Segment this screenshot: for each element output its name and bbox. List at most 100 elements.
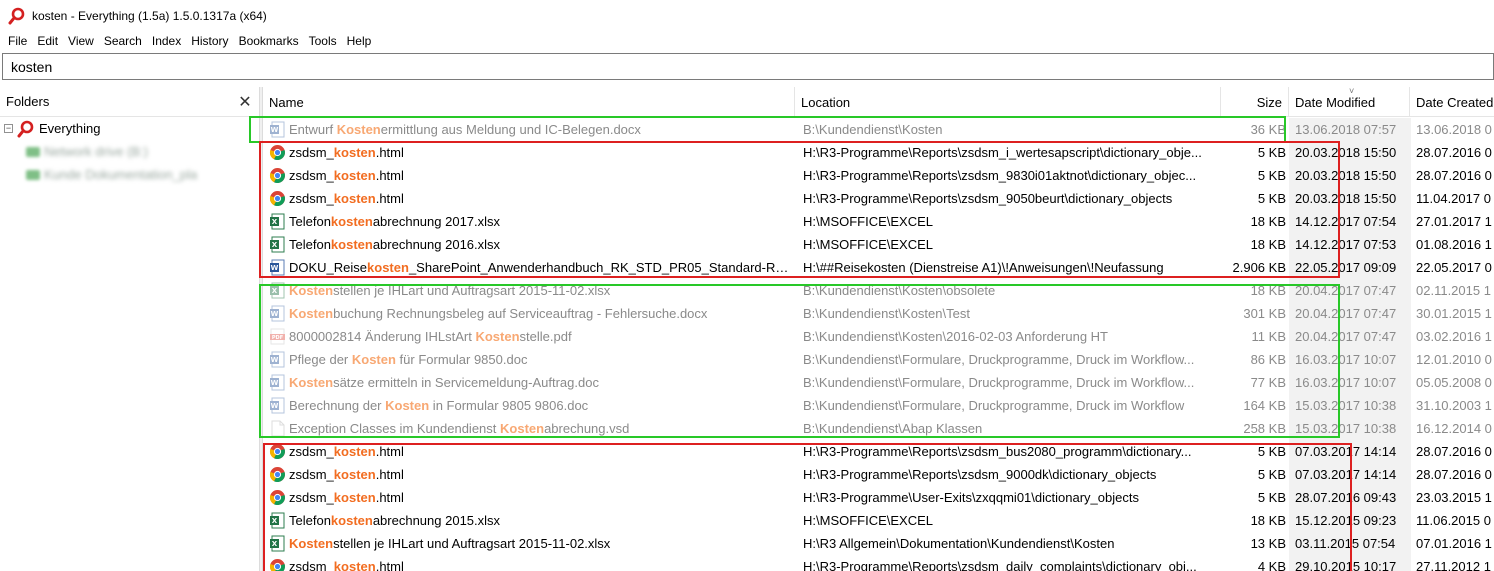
- file-name-prefix: Exception Classes im Kundendienst: [289, 421, 501, 436]
- file-date-modified: 20.04.2017 07:47: [1295, 329, 1397, 344]
- table-row[interactable]: zsdsm_kosten.html H:\R3-Programme\Reports…: [263, 164, 1494, 187]
- file-date-modified: 15.03.2017 10:38: [1295, 398, 1397, 413]
- file-date-created: 27.01.2017 1: [1416, 214, 1492, 229]
- chrome-icon: [269, 190, 286, 207]
- column-date-created[interactable]: Date Created: [1410, 87, 1494, 117]
- svg-text:X: X: [272, 540, 278, 548]
- file-date-created: 23.03.2015 1: [1416, 490, 1492, 505]
- file-date-created: 02.11.2015 1: [1416, 283, 1491, 298]
- menu-view[interactable]: View: [63, 31, 99, 51]
- word-icon: W: [269, 397, 286, 414]
- file-name: Pflege der Kosten für Formular 9850.doc: [289, 348, 794, 371]
- search-highlight: kosten: [330, 513, 373, 528]
- table-row[interactable]: X Telefonkostenabrechnung 2015.xlsx H:\MSO…: [263, 509, 1494, 532]
- search-highlight: Kosten: [385, 398, 430, 413]
- file-name: Kostenstellen je IHLart und Auftragsart …: [289, 532, 794, 555]
- file-location: B:\Kundendienst\Kosten\obsolete: [803, 283, 996, 298]
- file-date-modified: 16.03.2017 10:07: [1295, 375, 1397, 390]
- table-row[interactable]: zsdsm_kosten.html H:\R3-Programme\Reports…: [263, 440, 1494, 463]
- file-date-modified: 20.03.2018 15:50: [1295, 191, 1397, 206]
- file-date-created: 28.07.2016 0: [1416, 444, 1492, 459]
- file-size: 77 KB: [1250, 375, 1286, 390]
- tree-item-blurred[interactable]: Network drive (B:): [0, 140, 259, 163]
- table-row[interactable]: zsdsm_kosten.html H:\R3-Programme\Reports…: [263, 141, 1494, 164]
- menu-file[interactable]: File: [3, 31, 32, 51]
- search-highlight: kosten: [367, 260, 409, 275]
- svg-text:W: W: [271, 264, 279, 272]
- table-row[interactable]: zsdsm_kosten.html H:\R3-Programme\Reports…: [263, 187, 1494, 210]
- everything-app-icon: [17, 120, 34, 137]
- file-name: 8000002814 Änderung IHLstArt Kostenstell…: [289, 325, 794, 348]
- search-highlight: Kosten: [351, 352, 396, 367]
- table-row[interactable]: W Berechnung der Kosten in Formular 9805 …: [263, 394, 1494, 417]
- excel-icon: X: [269, 512, 286, 529]
- file-name-suffix: abrechnung 2016.xlsx: [372, 237, 501, 252]
- file-name-suffix: .html: [375, 145, 404, 160]
- word-icon: W: [269, 374, 286, 391]
- file-name: Telefonkostenabrechnung 2015.xlsx: [289, 509, 794, 532]
- file-location: H:\MSOFFICE\EXCEL: [803, 237, 934, 252]
- tree-item-label: Kunde Dokumentation_pla: [44, 167, 198, 182]
- tree-collapse-icon[interactable]: −: [4, 124, 13, 133]
- file-location: H:\R3-Programme\Reports\zsdsm_9050beurt\…: [803, 191, 1173, 206]
- menu-edit[interactable]: Edit: [32, 31, 63, 51]
- table-row[interactable]: zsdsm_kosten.html H:\R3-Programme\User-Ex…: [263, 486, 1494, 509]
- table-row[interactable]: PDF 8000002814 Änderung IHLstArt Kostenst…: [263, 325, 1494, 348]
- file-date-modified: 22.05.2017 09:09: [1295, 260, 1397, 275]
- table-row[interactable]: X Telefonkostenabrechnung 2016.xlsx H:\MSO…: [263, 233, 1494, 256]
- file-name: Telefonkostenabrechnung 2016.xlsx: [289, 233, 794, 256]
- file-size: 18 KB: [1250, 214, 1286, 229]
- column-size-label: Size: [1256, 94, 1282, 110]
- table-row[interactable]: zsdsm_kosten.html H:\R3-Programme\Reports…: [263, 555, 1494, 571]
- file-name: Berechnung der Kosten in Formular 9805 9…: [289, 394, 794, 417]
- file-location: H:\R3-Programme\Reports\zsdsm_daily_comp…: [803, 559, 1197, 571]
- file-date-modified: 14.12.2017 07:53: [1295, 237, 1397, 252]
- word-icon: W: [269, 351, 286, 368]
- table-row[interactable]: X Kostenstellen je IHLart und Auftragsart…: [263, 532, 1494, 555]
- table-row[interactable]: W Kostenbuchung Rechnungsbeleg auf Servic…: [263, 302, 1494, 325]
- column-date-modified[interactable]: ˅ Date Modified: [1289, 87, 1410, 117]
- column-name[interactable]: Name: [263, 87, 795, 117]
- file-date-modified: 20.04.2017 07:47: [1295, 283, 1397, 298]
- file-location: B:\Kundendienst\Formulare, Druckprogramm…: [803, 352, 1195, 367]
- svg-text:X: X: [272, 517, 278, 525]
- drive-icon: [26, 169, 40, 180]
- table-row[interactable]: X Kostenstellen je IHLart und Auftragsart…: [263, 279, 1494, 302]
- file-location: B:\Kundendienst\Formulare, Druckprogramm…: [803, 375, 1195, 390]
- chrome-icon: [269, 558, 286, 571]
- tree-item-blurred[interactable]: Kunde Dokumentation_pla: [0, 163, 259, 186]
- table-row[interactable]: X Telefonkostenabrechnung 2017.xlsx H:\MSO…: [263, 210, 1494, 233]
- file-date-created: 05.05.2008 0: [1416, 375, 1492, 390]
- table-row[interactable]: W Kostensätze ermitteln in Servicemeldung…: [263, 371, 1494, 394]
- table-row[interactable]: W Pflege der Kosten für Formular 9850.doc…: [263, 348, 1494, 371]
- menu-search[interactable]: Search: [99, 31, 147, 51]
- menu-help[interactable]: Help: [342, 31, 377, 51]
- search-highlight: Kosten: [289, 283, 334, 298]
- search-input[interactable]: [11, 58, 1493, 75]
- column-size[interactable]: Size: [1221, 87, 1289, 117]
- tree-item-everything[interactable]: − Everything: [0, 117, 259, 140]
- excel-icon: X: [269, 535, 286, 552]
- file-size: 5 KB: [1257, 490, 1286, 505]
- close-icon[interactable]: ✕: [237, 92, 253, 112]
- search-highlight: kosten: [333, 444, 376, 459]
- search-highlight: kosten: [333, 467, 376, 482]
- table-row[interactable]: zsdsm_kosten.html H:\R3-Programme\Reports…: [263, 463, 1494, 486]
- table-row[interactable]: W Entwurf Kostenermittlung aus Meldung un…: [263, 118, 1494, 141]
- file-date-created: 22.05.2017 0: [1416, 260, 1492, 275]
- menu-index[interactable]: Index: [147, 31, 186, 51]
- column-location[interactable]: Location: [795, 87, 1221, 117]
- table-row[interactable]: Exception Classes im Kundendienst Kosten…: [263, 417, 1494, 440]
- menu-history[interactable]: History: [186, 31, 233, 51]
- file-name-suffix: für Formular 9850.doc: [395, 352, 528, 367]
- table-row[interactable]: W DOKU_Reisekosten_SharePoint_Anwenderhan…: [263, 256, 1494, 279]
- menu-bookmarks[interactable]: Bookmarks: [234, 31, 304, 51]
- file-date-created: 28.07.2016 0: [1416, 467, 1492, 482]
- tree-item-label: Network drive (B:): [44, 144, 149, 159]
- file-location: B:\Kundendienst\Kosten\2016-02-03 Anford…: [803, 329, 1108, 344]
- file-date-modified: 28.07.2016 09:43: [1295, 490, 1397, 505]
- file-name: Kostensätze ermitteln in Servicemeldung-…: [289, 371, 794, 394]
- menu-tools[interactable]: Tools: [304, 31, 342, 51]
- file-date-created: 03.02.2016 1: [1416, 329, 1492, 344]
- file-location: H:\R3-Programme\Reports\zsdsm_bus2080_pr…: [803, 444, 1192, 459]
